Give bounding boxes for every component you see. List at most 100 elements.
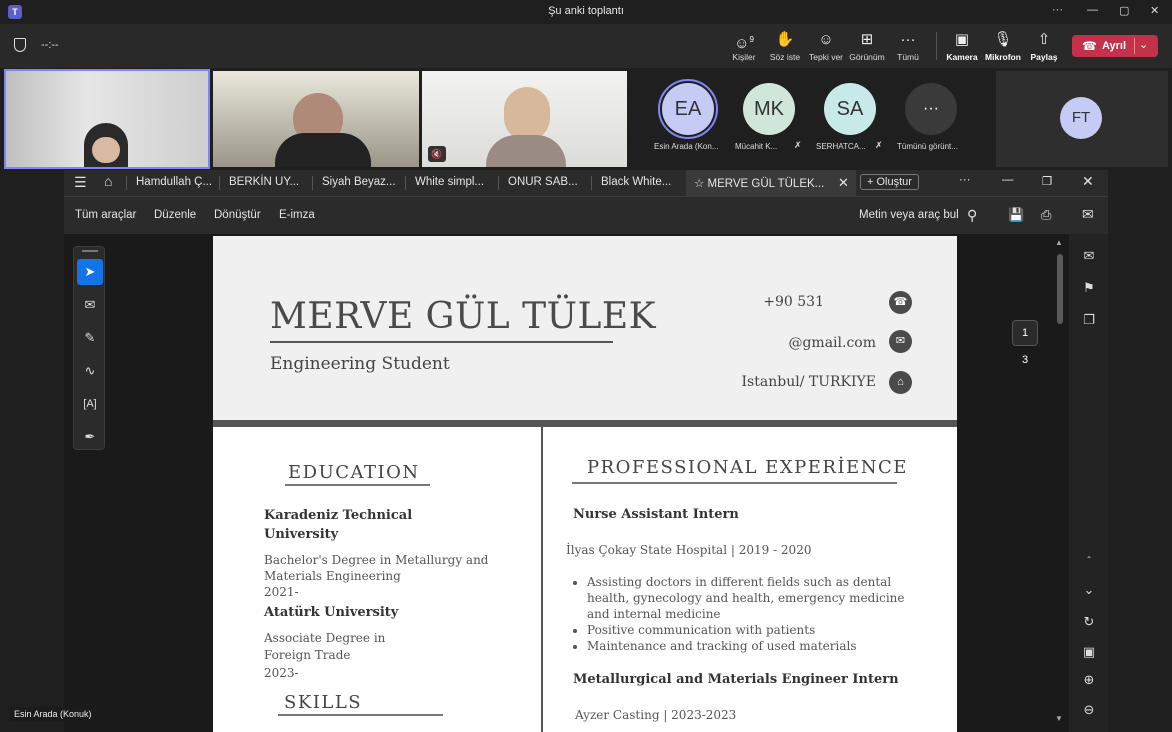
education-years: 2021- bbox=[264, 585, 299, 599]
participant-name: SERHATCA... bbox=[816, 142, 866, 151]
menu-esign[interactable]: E-imza bbox=[279, 209, 315, 221]
share-icon: ⇧ bbox=[1037, 31, 1051, 48]
more-options-icon[interactable]: ··· bbox=[959, 174, 971, 186]
tab-document[interactable]: Siyah Beyaz... bbox=[322, 176, 396, 188]
scrollbar[interactable]: ▲ ▼ bbox=[1055, 238, 1067, 726]
refresh-icon[interactable]: ↻ bbox=[1078, 614, 1100, 630]
participant-name: Tümünü görünt... bbox=[897, 142, 958, 151]
chevron-down-icon[interactable]: ⌄ bbox=[1078, 582, 1100, 598]
avatar[interactable]: EA bbox=[658, 79, 718, 139]
cv-name: MERVE GÜL TÜLEK bbox=[270, 296, 657, 337]
draw-freehand-icon[interactable]: ∿ bbox=[77, 358, 103, 384]
camera-button[interactable]: ▣ Kamera bbox=[940, 30, 984, 62]
bookmark-icon[interactable]: ⚑ bbox=[1078, 280, 1100, 296]
scroll-up-icon[interactable]: ▲ bbox=[1055, 238, 1063, 247]
tab-divider bbox=[219, 176, 220, 190]
participant-name: Esin Arada (Kon... bbox=[654, 142, 719, 151]
more-participants-button[interactable]: ··· bbox=[905, 83, 957, 135]
zoom-out-icon[interactable]: ⊖ bbox=[1078, 702, 1100, 718]
reaction-button[interactable]: ☺ Tepki ver bbox=[804, 30, 848, 62]
job-place: İlyas Çokay State Hospital | 2019 - 2020 bbox=[566, 543, 812, 557]
title-bar: T Şu anki toplantı ··· — ▢ ✕ bbox=[0, 0, 1172, 24]
create-button[interactable]: + Oluştur bbox=[860, 174, 919, 190]
drag-handle[interactable] bbox=[82, 250, 98, 252]
close-tab-icon[interactable]: ✕ bbox=[838, 175, 849, 191]
more-options-icon[interactable]: ··· bbox=[1052, 4, 1063, 16]
share-button[interactable]: ⇧ Paylaş bbox=[1022, 30, 1066, 62]
star-icon[interactable]: ☆ bbox=[694, 178, 704, 190]
presenter-caption: Esin Arada (Konuk) bbox=[10, 707, 96, 721]
home-icon: ⌂ bbox=[889, 371, 912, 394]
sign-icon[interactable]: ✒ bbox=[77, 424, 103, 450]
leave-button[interactable]: ☎ Ayrıl ⌄ bbox=[1072, 35, 1158, 57]
view-button[interactable]: ⊞ Görünüm bbox=[845, 30, 889, 62]
avatar[interactable]: MK bbox=[743, 83, 795, 135]
experience-title: PROFESSIONAL EXPERİENCE bbox=[587, 457, 908, 478]
comment-icon[interactable]: ✉ bbox=[1078, 248, 1100, 264]
save-icon[interactable]: 💾 bbox=[1008, 207, 1024, 223]
close-window-button[interactable]: ✕ bbox=[1082, 173, 1094, 190]
scroll-down-icon[interactable]: ▼ bbox=[1055, 714, 1063, 723]
tab-document[interactable]: Hamdullah Ç... bbox=[136, 176, 212, 188]
plus-icon: + bbox=[867, 176, 874, 188]
contact-email: @gmail.com bbox=[788, 335, 876, 351]
restore-button[interactable]: ❐ bbox=[1042, 174, 1052, 188]
home-icon[interactable]: ⌂ bbox=[104, 173, 112, 189]
chevron-up-icon[interactable]: ˆ bbox=[1078, 556, 1100, 567]
select-cursor-icon[interactable]: ➤ bbox=[77, 259, 103, 285]
microphone-button[interactable]: 🎙 Mikrofon bbox=[981, 30, 1025, 62]
pages-icon[interactable]: ❐ bbox=[1078, 312, 1100, 328]
acrobat-window: ☰ ⌂ Hamdullah Ç... BERKİN UY... Siyah Be… bbox=[64, 170, 1108, 732]
add-comment-icon[interactable]: ✉ bbox=[77, 292, 103, 318]
maximize-button[interactable]: ▢ bbox=[1119, 4, 1129, 17]
scrollbar-thumb[interactable] bbox=[1057, 254, 1063, 324]
column-divider bbox=[541, 427, 543, 732]
education-school: Atatürk University bbox=[264, 605, 399, 620]
tab-document[interactable]: White simpl... bbox=[415, 176, 484, 188]
chevron-down-icon[interactable]: ⌄ bbox=[1139, 38, 1148, 51]
search-icon[interactable]: ⚲ bbox=[967, 207, 977, 224]
video-tile-1[interactable] bbox=[4, 69, 210, 169]
tab-document[interactable]: Black White... bbox=[601, 176, 671, 188]
avatar: FT bbox=[1060, 97, 1102, 139]
menu-convert[interactable]: Dönüştür bbox=[214, 209, 261, 221]
highlight-pen-icon[interactable]: ✎ bbox=[77, 325, 103, 351]
mail-icon: ✉ bbox=[889, 330, 912, 353]
hamburger-menu-icon[interactable]: ☰ bbox=[74, 174, 87, 191]
video-tile-3[interactable]: 🔇 bbox=[422, 71, 627, 167]
avatar[interactable]: SA bbox=[824, 83, 876, 135]
print-icon[interactable]: ⎙ bbox=[1041, 207, 1051, 223]
people-button[interactable]: ☺9 Kişiler bbox=[722, 30, 766, 62]
raise-hand-button[interactable]: ✋ Söz iste bbox=[763, 30, 807, 62]
leave-divider bbox=[1134, 38, 1135, 54]
zoom-in-icon[interactable]: ⊕ bbox=[1078, 672, 1100, 688]
mail-icon[interactable]: ✉ bbox=[1082, 206, 1094, 223]
current-page-number[interactable]: 1 bbox=[1012, 320, 1038, 346]
participant-video-face bbox=[504, 87, 550, 141]
toolbar-divider bbox=[936, 32, 937, 60]
minimize-button[interactable]: — bbox=[1002, 174, 1014, 186]
menu-all-tools[interactable]: Tüm araçlar bbox=[75, 209, 136, 221]
close-button[interactable]: ✕ bbox=[1150, 4, 1159, 17]
minimize-button[interactable]: — bbox=[1087, 4, 1098, 16]
education-degree: Bachelor's Degree in Metallurgy and Mate… bbox=[264, 553, 489, 583]
cv-role: Engineering Student bbox=[270, 354, 450, 374]
tab-active-document[interactable]: ☆ MERVE GÜL TÜLEK... bbox=[686, 170, 856, 196]
tab-document[interactable]: ONUR SAB... bbox=[508, 176, 578, 188]
tab-document[interactable]: BERKİN UY... bbox=[229, 176, 299, 188]
shield-icon bbox=[14, 38, 26, 52]
self-view-tile[interactable]: FT bbox=[996, 71, 1168, 167]
tab-divider bbox=[591, 176, 592, 190]
education-title: EDUCATION bbox=[288, 462, 420, 483]
education-degree: Associate Degree in Foreign Trade bbox=[264, 631, 386, 662]
mic-off-icon: ✗ bbox=[875, 140, 883, 150]
menu-edit[interactable]: Düzenle bbox=[154, 209, 196, 221]
job-title: Nurse Assistant Intern bbox=[573, 507, 739, 522]
participants-strip: 🔇 EA Esin Arada (Kon... MK Mücahit K... … bbox=[0, 68, 1172, 170]
search-tools-field[interactable]: Metin veya araç bul bbox=[859, 209, 959, 221]
page-fit-icon[interactable]: ▣ bbox=[1078, 644, 1100, 660]
more-button[interactable]: ··· Tümü bbox=[886, 30, 930, 62]
video-tile-2[interactable] bbox=[213, 71, 419, 167]
tab-divider bbox=[498, 176, 499, 190]
text-select-icon[interactable]: [A] bbox=[77, 391, 103, 417]
